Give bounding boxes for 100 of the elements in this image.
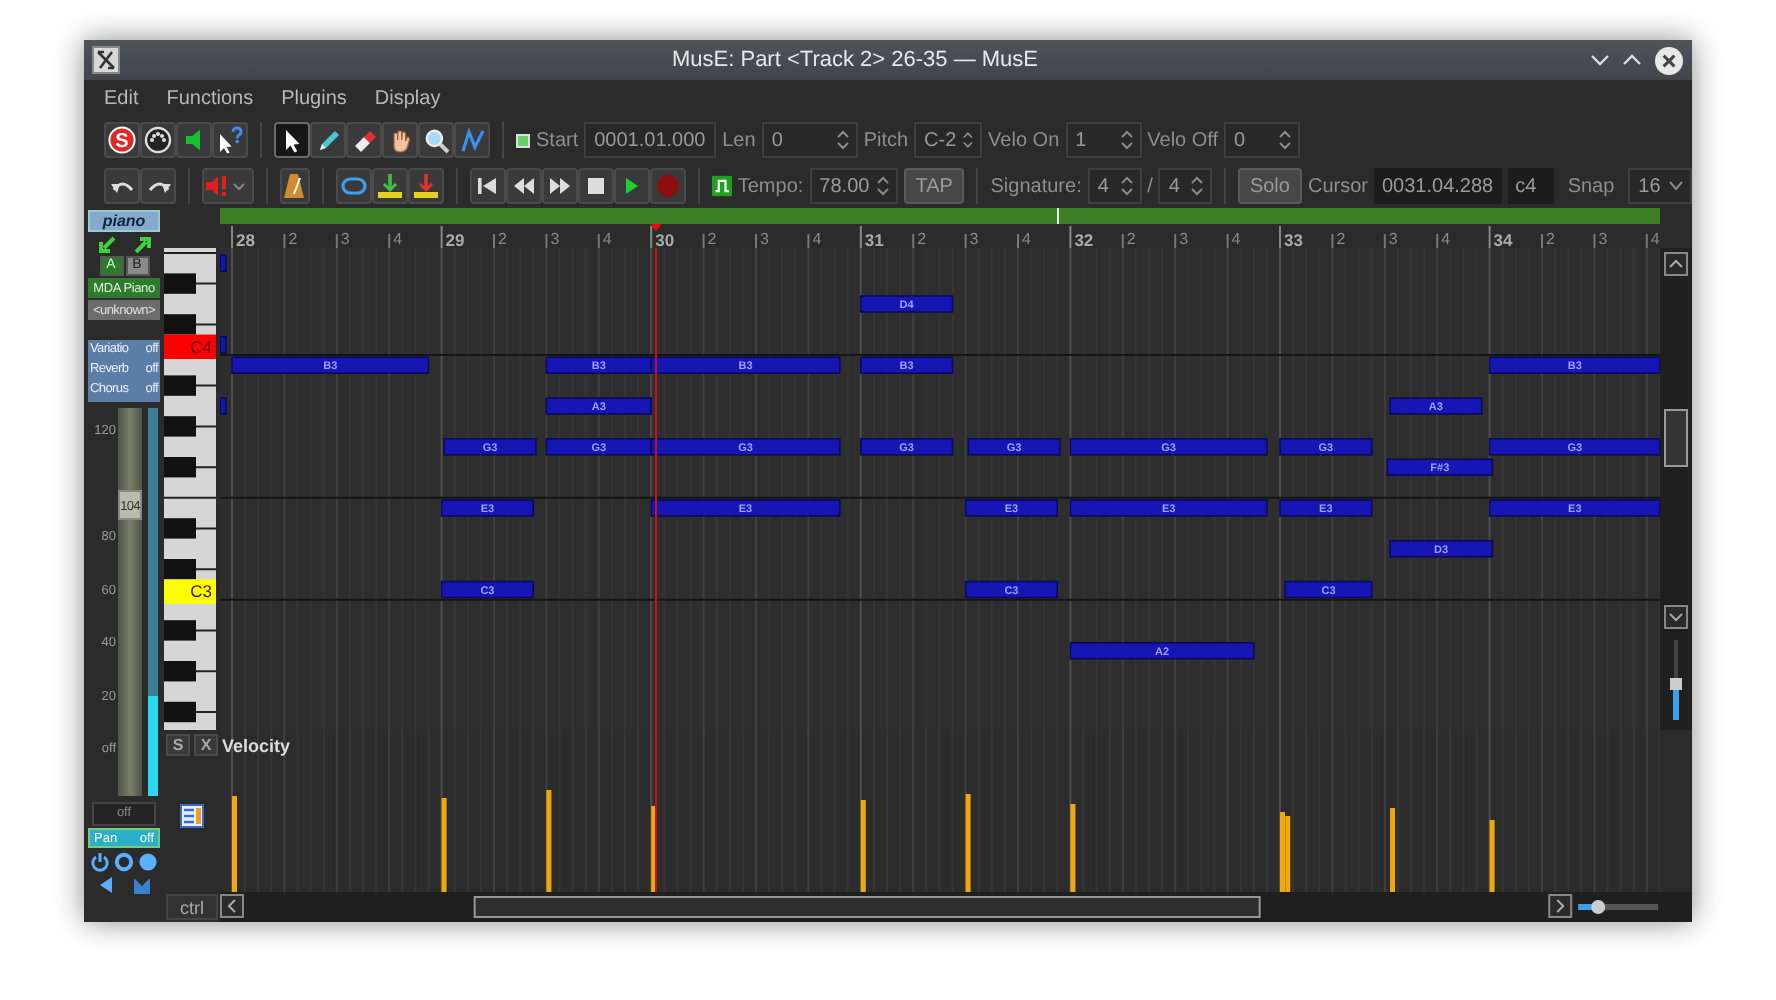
- signature-field[interactable]: 4: [1158, 168, 1213, 204]
- pointer-icon: [280, 127, 304, 153]
- key-label: C3: [190, 581, 212, 602]
- menu-item[interactable]: Plugins: [281, 87, 347, 109]
- scroll-down-button[interactable]: [1664, 605, 1688, 629]
- stop-button[interactable]: [577, 168, 614, 204]
- marker-bar[interactable]: [220, 208, 1660, 224]
- zoom-slider[interactable]: [1670, 640, 1682, 720]
- zoom-slider[interactable]: [1578, 900, 1659, 914]
- beat-number: 4: [1231, 230, 1241, 248]
- bar-number: 31: [864, 230, 884, 248]
- scroll-up-button[interactable]: [1664, 252, 1688, 276]
- hand-icon: [387, 127, 413, 153]
- beat-number: 2: [707, 230, 717, 248]
- ring-icon[interactable]: [114, 851, 134, 871]
- remove-controller-button[interactable]: X: [194, 734, 218, 756]
- help-pointer-icon: [216, 126, 244, 154]
- spinner-arrows-icon: [875, 174, 890, 198]
- midi-port-icon: [144, 126, 172, 154]
- spinner-arrows-icon: [1190, 174, 1205, 198]
- beat-number: 3: [1179, 230, 1189, 248]
- panic-button[interactable]: [201, 168, 254, 204]
- snap-label: Snap: [1567, 175, 1615, 197]
- routing-icon[interactable]: [131, 875, 151, 895]
- status-led-icon: [516, 133, 530, 147]
- app-logo-icon: [92, 46, 120, 74]
- beat-number: 4: [393, 230, 403, 248]
- scroll-right-button[interactable]: [1548, 894, 1573, 918]
- chevron-down-icon: [1667, 180, 1684, 192]
- locator-marker[interactable]: [1057, 208, 1059, 224]
- highlighted-key[interactable]: [164, 579, 216, 604]
- redo-button[interactable]: [140, 168, 176, 204]
- bar-number: 33: [1284, 230, 1303, 248]
- spinner-arrows-icon: [1278, 128, 1293, 152]
- speaker-button[interactable]: [176, 122, 212, 158]
- beat-number: 3: [760, 230, 769, 248]
- controller-grid-icon[interactable]: [180, 804, 204, 828]
- beat-number: 3: [1388, 230, 1398, 248]
- minimize-icon[interactable]: [1590, 52, 1610, 68]
- spin-field[interactable]: 1: [1065, 122, 1142, 158]
- scroll-thumb[interactable]: [473, 896, 1261, 918]
- speaker-icon[interactable]: [97, 876, 113, 894]
- beat-number: 4: [1022, 230, 1031, 248]
- beat-number: 2: [288, 230, 298, 248]
- tool-button[interactable]: [418, 122, 454, 158]
- stop-icon: [587, 178, 604, 194]
- line-draw-icon: [459, 127, 485, 153]
- solo-controller-button[interactable]: S: [166, 734, 190, 756]
- punch-in-button[interactable]: [372, 168, 409, 204]
- key-label: C4: [190, 336, 212, 357]
- spin-field[interactable]: 0001.01.000: [584, 122, 717, 158]
- ctrl-button[interactable]: ctrl: [166, 894, 218, 920]
- instrument-button[interactable]: piano: [88, 210, 160, 232]
- menu-item[interactable]: Edit: [104, 87, 139, 109]
- tap-button[interactable]: TAP: [903, 168, 965, 204]
- spin-field[interactable]: 0: [1224, 122, 1301, 158]
- scroll-left-button[interactable]: [219, 894, 244, 918]
- field-label: Start: [536, 129, 579, 151]
- skip-to-start-button[interactable]: [469, 168, 506, 204]
- tool-button[interactable]: [382, 122, 418, 158]
- maximize-icon[interactable]: [1622, 52, 1642, 68]
- tempo-field[interactable]: 78.00: [809, 168, 898, 204]
- midi-input-button[interactable]: [140, 122, 176, 158]
- rewind-button[interactable]: [505, 168, 542, 204]
- scroll-thumb[interactable]: [1664, 409, 1688, 467]
- punch-in-icon: [376, 172, 405, 200]
- play-button[interactable]: [613, 168, 650, 204]
- skip-to-start-icon: [475, 176, 500, 196]
- punch-out-icon: [412, 172, 441, 200]
- metronome-button[interactable]: [279, 168, 311, 204]
- tempo-label: Tempo:: [737, 175, 804, 197]
- menu-item[interactable]: Functions: [166, 87, 254, 109]
- spinner-arrows-icon: [962, 128, 975, 152]
- undo-button[interactable]: [104, 168, 140, 204]
- beat-number: 3: [969, 230, 979, 248]
- power-icon[interactable]: [90, 851, 110, 871]
- bar-number: 29: [445, 230, 465, 248]
- menu-item[interactable]: Display: [374, 87, 441, 109]
- tool-button[interactable]: [274, 122, 310, 158]
- loop-button[interactable]: [336, 168, 373, 204]
- cursor-pitch: c4: [1507, 168, 1554, 204]
- piano-keyboard-drawing[interactable]: [164, 248, 217, 730]
- spin-field[interactable]: C-2: [914, 122, 983, 158]
- punch-out-button[interactable]: [408, 168, 445, 204]
- arrow-up-right-icon[interactable]: [133, 235, 151, 253]
- spin-field[interactable]: 0: [761, 122, 858, 158]
- help-pointer-button[interactable]: [212, 122, 248, 158]
- signature-label: Signature:: [990, 175, 1082, 197]
- arrow-down-left-icon[interactable]: [97, 235, 115, 253]
- beat-number: 4: [1650, 230, 1660, 248]
- tool-button[interactable]: [346, 122, 382, 158]
- snap-dropdown[interactable]: 16: [1628, 168, 1692, 204]
- forward-button[interactable]: [541, 168, 578, 204]
- dot-icon[interactable]: [138, 851, 158, 871]
- solo-button[interactable]: Solo: [1237, 168, 1302, 204]
- signature-field[interactable]: 4: [1087, 168, 1142, 204]
- beat-number: 2: [1336, 230, 1346, 248]
- velocity-bars-drawing[interactable]: [232, 790, 1495, 892]
- field-label: Pitch: [863, 129, 909, 151]
- close-icon[interactable]: [1654, 45, 1684, 75]
